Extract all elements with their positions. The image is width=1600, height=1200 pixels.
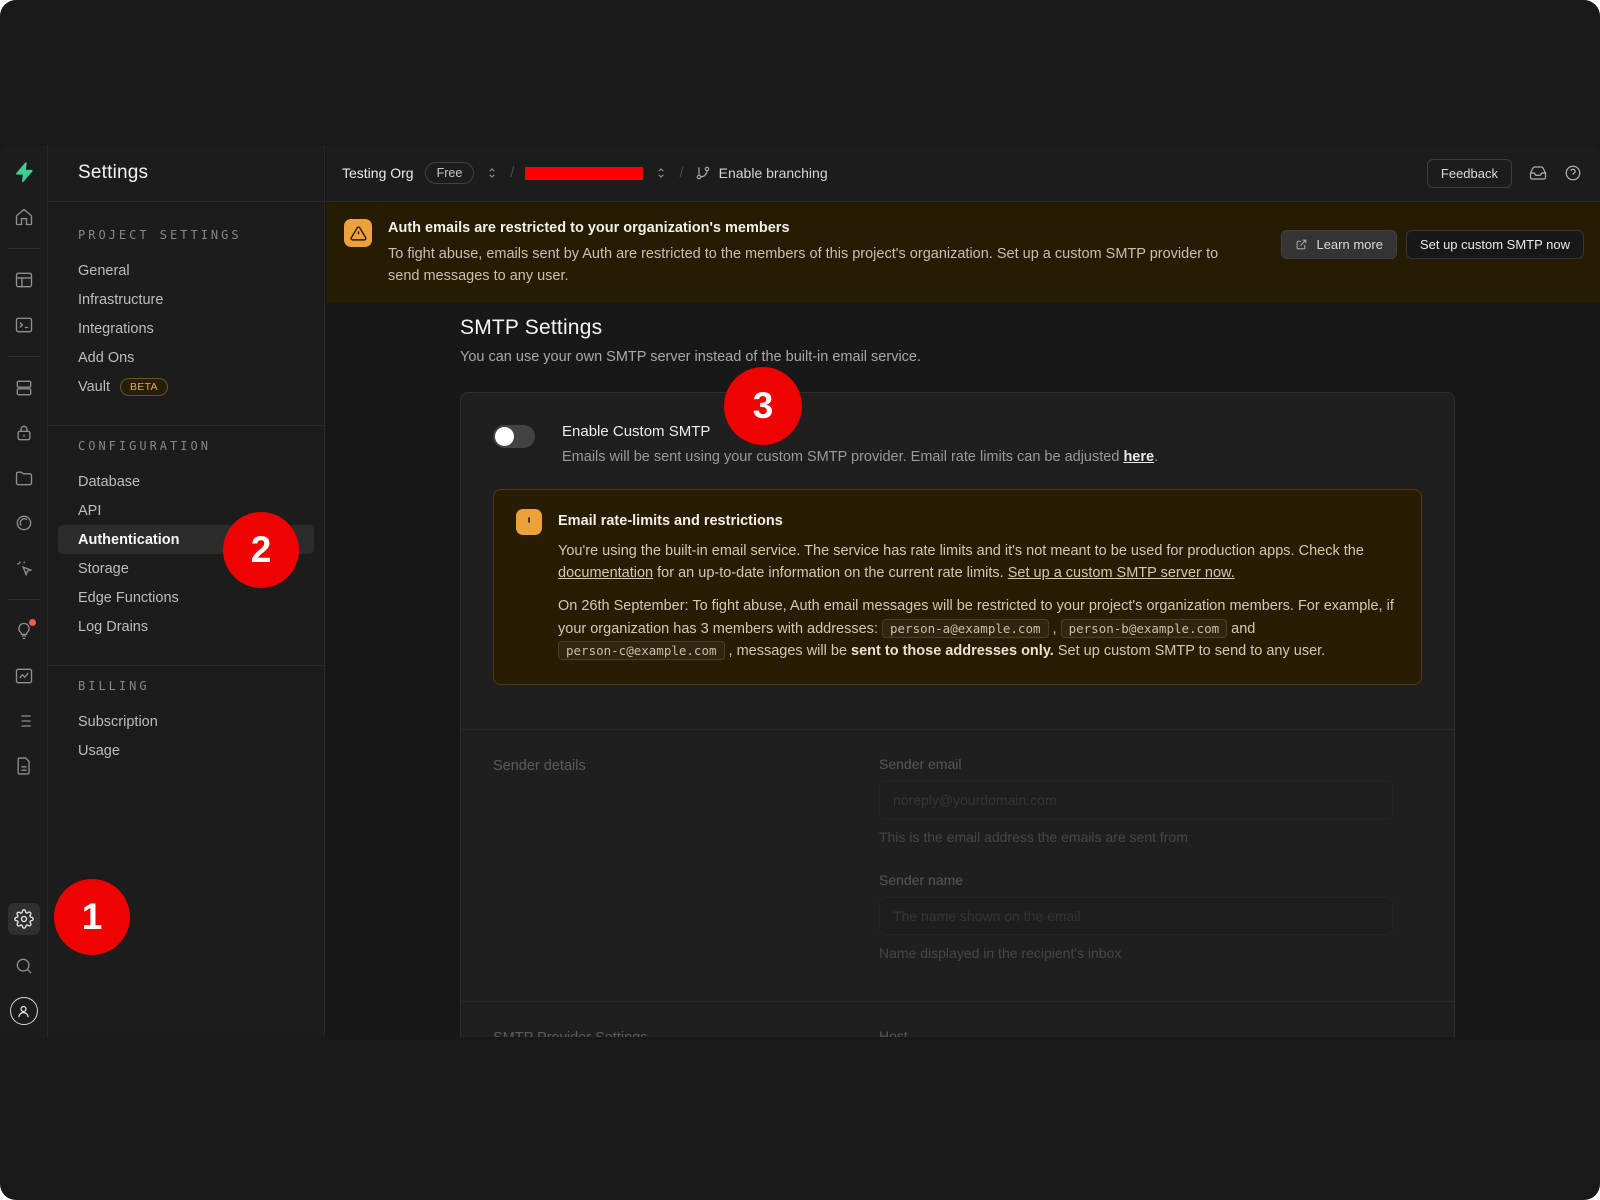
chevrons-up-down-icon[interactable] (654, 166, 668, 180)
alert-exclamation-icon (516, 509, 542, 535)
enable-smtp-section: Enable Custom SMTP Emails will be sent u… (461, 393, 1454, 729)
settings-icon[interactable] (8, 903, 40, 935)
supabase-logo-icon[interactable] (10, 158, 38, 186)
sidebar-item-vault[interactable]: Vault BETA (58, 372, 314, 401)
rate-limits-link[interactable]: here (1123, 449, 1154, 465)
sql-editor-icon[interactable] (10, 311, 38, 339)
feedback-button[interactable]: Feedback (1427, 159, 1512, 188)
rate-limits-notice: Email rate-limits and restrictions You'r… (493, 489, 1422, 685)
sender-email-help: This is the email address the emails are… (879, 829, 1422, 845)
auth-icon[interactable] (10, 419, 38, 447)
rate-limits-paragraph-2: On 26th September: To fight abuse, Auth … (558, 595, 1399, 662)
sidebar-item-usage[interactable]: Usage (58, 736, 314, 765)
sidebar-item-infrastructure[interactable]: Infrastructure (58, 285, 314, 314)
smtp-provider-section: SMTP Provider Settings Host (461, 1002, 1454, 1037)
reports-icon[interactable] (10, 662, 38, 690)
icon-rail (0, 145, 48, 1037)
screen: Settings PROJECT SETTINGS General Infras… (0, 0, 1600, 1200)
section-label: PROJECT SETTINGS (78, 228, 324, 242)
email-chip: person-c@example.com (558, 641, 725, 660)
section-label: CONFIGURATION (78, 439, 324, 453)
api-docs-icon[interactable] (10, 752, 38, 780)
smtp-settings-card: Enable Custom SMTP Emails will be sent u… (460, 392, 1455, 1038)
external-link-icon (1295, 238, 1308, 251)
home-icon[interactable] (10, 203, 38, 231)
sender-email-label: Sender email (879, 756, 1422, 772)
host-label: Host (879, 1028, 1422, 1037)
annotation-badge-3: 3 (724, 367, 802, 445)
section-label: Sender details (493, 756, 879, 961)
user-avatar[interactable] (10, 997, 38, 1025)
notification-dot (28, 618, 37, 627)
enable-branching-button[interactable]: Enable branching (695, 165, 828, 181)
documentation-link[interactable]: documentation (558, 565, 653, 581)
toggle-label: Enable Custom SMTP (562, 423, 1158, 440)
page-subtitle: You can use your own SMTP server instead… (460, 349, 1600, 365)
rail-divider (8, 248, 40, 249)
table-editor-icon[interactable] (10, 266, 38, 294)
rail-divider (8, 356, 40, 357)
plan-badge[interactable]: Free (425, 162, 475, 184)
storage-icon[interactable] (10, 464, 38, 492)
setup-smtp-button[interactable]: Set up custom SMTP now (1406, 230, 1584, 259)
sidebar-item-subscription[interactable]: Subscription (58, 707, 314, 736)
sidebar-item-log-drains[interactable]: Log Drains (58, 612, 314, 641)
nav-billing: BILLING Subscription Usage (48, 666, 324, 765)
beta-badge: BETA (120, 378, 168, 396)
warning-triangle-icon (344, 219, 372, 247)
logs-icon[interactable] (10, 707, 38, 735)
annotation-badge-2: 2 (223, 512, 299, 588)
sender-name-label: Sender name (879, 872, 1422, 888)
sidebar-title: Settings (48, 145, 324, 202)
sender-email-input[interactable] (879, 781, 1393, 819)
database-icon[interactable] (10, 374, 38, 402)
rail-divider (8, 599, 40, 600)
banner-title: Auth emails are restricted to your organ… (388, 220, 1265, 236)
annotation-badge-1: 1 (54, 879, 130, 955)
setup-smtp-link[interactable]: Set up a custom SMTP server now. (1008, 565, 1235, 581)
rate-limits-paragraph-1: You're using the built-in email service.… (558, 540, 1399, 585)
search-icon[interactable] (10, 952, 38, 980)
toggle-description: Emails will be sent using your custom SM… (562, 449, 1158, 465)
sender-name-input[interactable] (879, 897, 1393, 935)
edge-functions-icon[interactable] (10, 509, 38, 537)
breadcrumb: Testing Org Free / / Enable branching (342, 162, 828, 184)
project-name-redacted[interactable] (525, 167, 643, 180)
help-icon[interactable] (1564, 164, 1582, 182)
learn-more-button[interactable]: Learn more (1281, 230, 1396, 259)
app-window: Settings PROJECT SETTINGS General Infras… (0, 145, 1600, 1037)
sender-details-section: Sender details Sender email This is the … (461, 730, 1454, 1001)
toggle-knob (495, 427, 514, 446)
sidebar-item-edge-functions[interactable]: Edge Functions (58, 583, 314, 612)
org-name[interactable]: Testing Org (342, 165, 414, 181)
banner-body: To fight abuse, emails sent by Auth are … (388, 244, 1248, 288)
realtime-icon[interactable] (10, 554, 38, 582)
breadcrumb-separator: / (510, 164, 514, 181)
enable-custom-smtp-toggle[interactable] (493, 425, 535, 448)
sender-name-help: Name displayed in the recipient's inbox (879, 945, 1422, 961)
breadcrumb-bar: Testing Org Free / / Enable branching (326, 145, 1600, 202)
rate-limits-title: Email rate-limits and restrictions (558, 513, 1399, 529)
sidebar-item-integrations[interactable]: Integrations (58, 314, 314, 343)
email-chip: person-a@example.com (882, 619, 1049, 638)
advisors-icon[interactable] (10, 617, 38, 645)
sidebar-item-general[interactable]: General (58, 256, 314, 285)
email-chip: person-b@example.com (1061, 619, 1228, 638)
sidebar-item-add-ons[interactable]: Add Ons (58, 343, 314, 372)
inbox-icon[interactable] (1529, 164, 1547, 182)
git-branch-icon (695, 165, 711, 181)
nav-project-settings: PROJECT SETTINGS General Infrastructure … (48, 202, 324, 401)
section-label: SMTP Provider Settings (493, 1028, 879, 1037)
page-title: SMTP Settings (460, 316, 1600, 340)
sidebar-item-database[interactable]: Database (58, 467, 314, 496)
chevrons-up-down-icon[interactable] (485, 166, 499, 180)
section-label: BILLING (78, 679, 324, 693)
breadcrumb-separator: / (679, 164, 683, 181)
main-area: Testing Org Free / / Enable branching (326, 145, 1600, 1037)
smtp-settings-page: SMTP Settings You can use your own SMTP … (326, 303, 1600, 1038)
banner-text: Auth emails are restricted to your organ… (388, 217, 1265, 288)
auth-restriction-banner: Auth emails are restricted to your organ… (326, 202, 1600, 303)
header-actions: Feedback (1427, 159, 1582, 188)
banner-actions: Learn more Set up custom SMTP now (1281, 230, 1584, 259)
